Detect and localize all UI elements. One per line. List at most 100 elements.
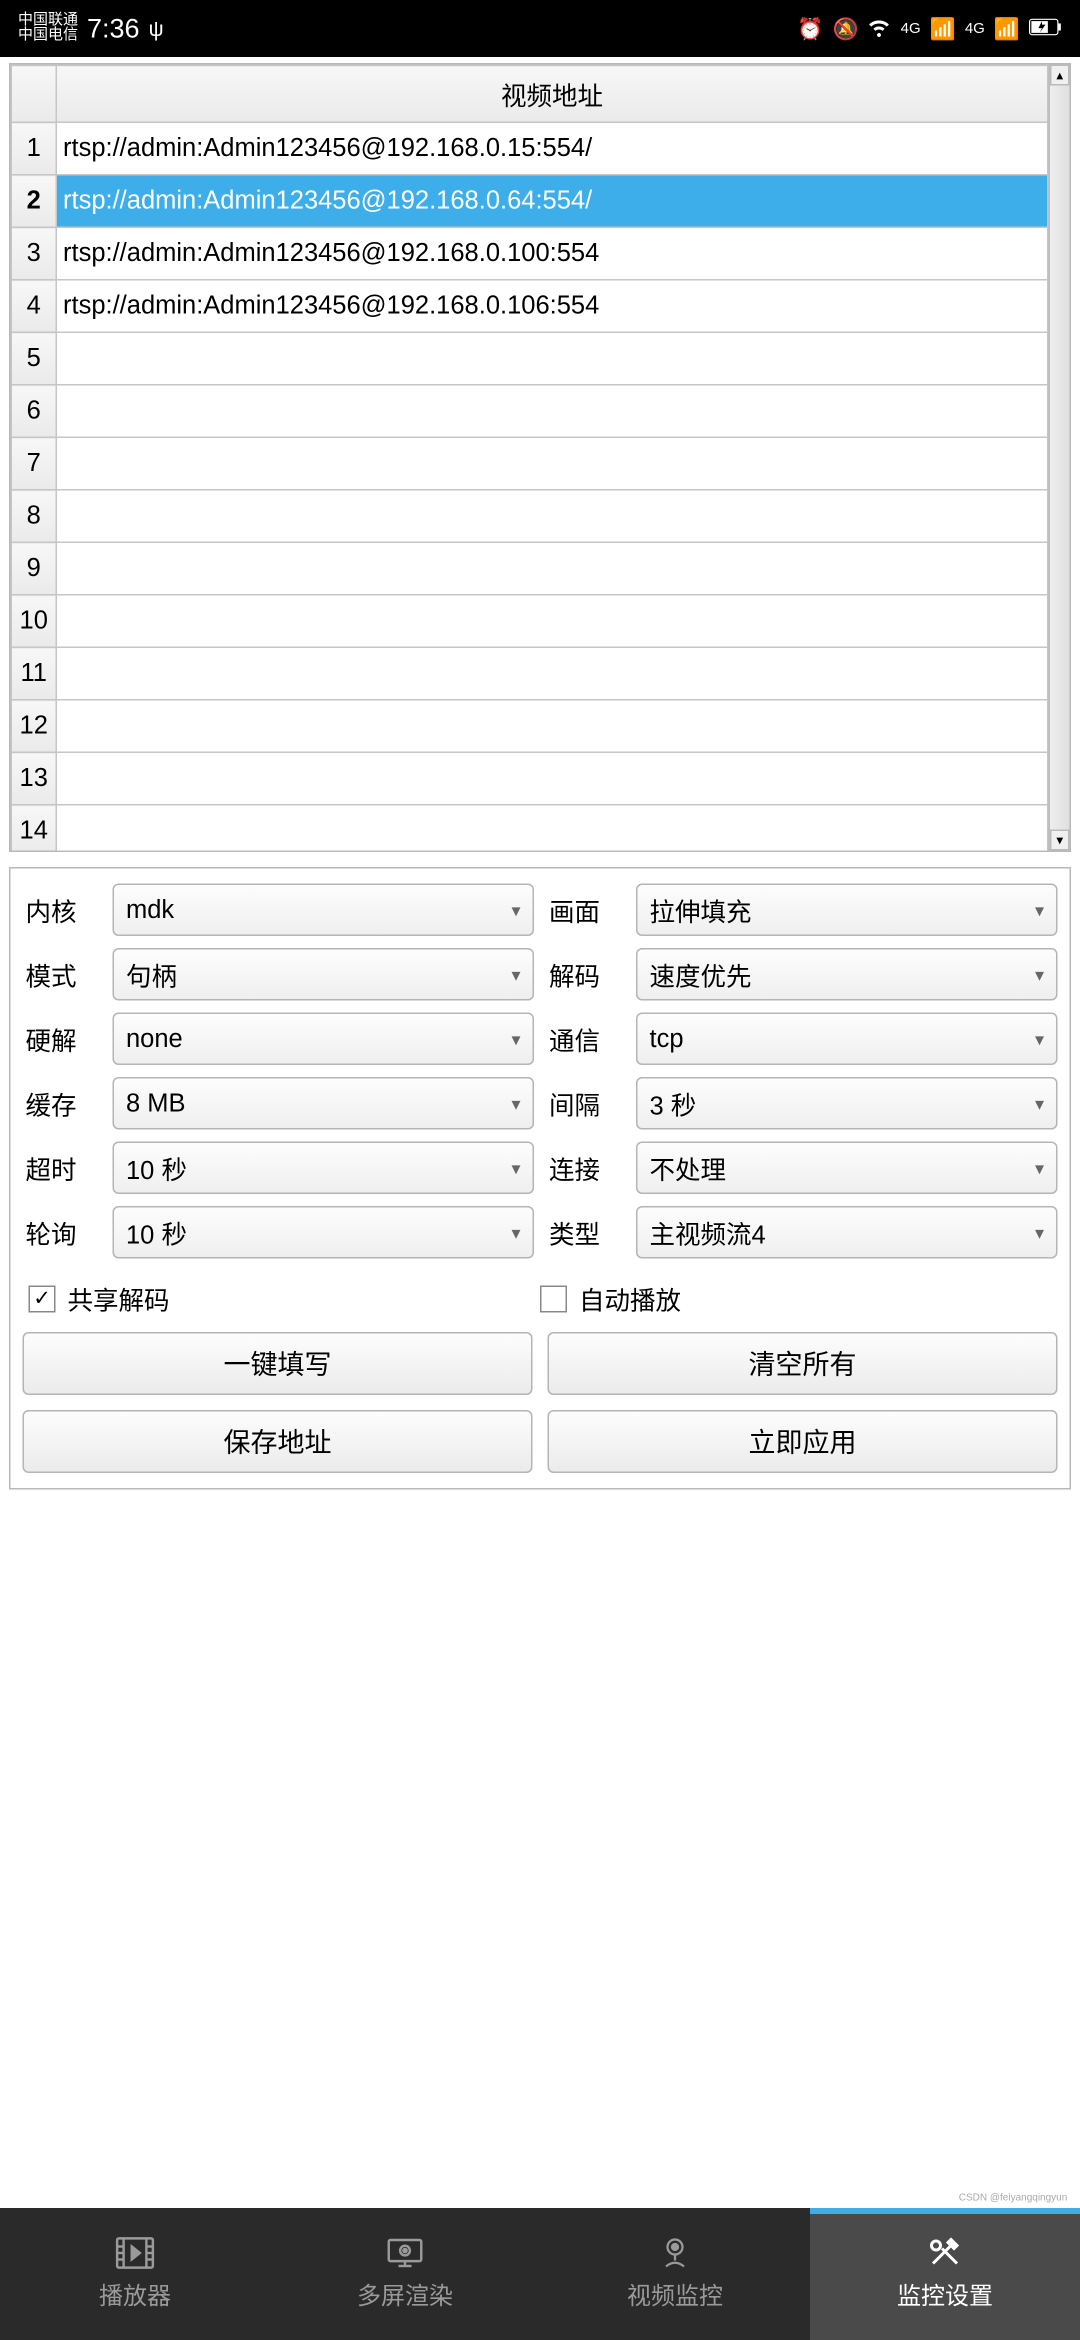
row-address[interactable] (56, 647, 1048, 700)
fill-all-button[interactable]: 一键填写 (23, 1332, 533, 1395)
table-row[interactable]: 8 (11, 490, 1048, 543)
battery-icon (1029, 17, 1062, 41)
checkbox-autoplay-label: 自动播放 (579, 1280, 681, 1318)
combo-mode[interactable]: 句柄 (113, 948, 535, 1001)
label-connect: 连接 (546, 1149, 624, 1187)
combo-cache[interactable]: 8 MB (113, 1077, 535, 1130)
usb-icon: ψ (149, 17, 164, 41)
nav-player[interactable]: 播放器 (0, 2208, 270, 2340)
combo-hw[interactable]: none (113, 1013, 535, 1066)
address-table[interactable]: 视频地址 1rtsp://admin:Admin123456@192.168.0… (11, 65, 1049, 851)
row-address[interactable] (56, 385, 1048, 438)
nav-multi-render[interactable]: 多屏渲染 (270, 2208, 540, 2340)
row-index: 7 (11, 437, 56, 490)
checkbox-autoplay[interactable]: 自动播放 (540, 1280, 1052, 1318)
label-decode: 解码 (546, 956, 624, 994)
carrier-2: 中国电信 (18, 29, 78, 45)
clock: 7:36 (87, 13, 140, 45)
scroll-down-icon[interactable]: ▾ (1050, 830, 1070, 851)
nav-monitor-settings[interactable]: 监控设置 (810, 2208, 1080, 2340)
signal-icon-2: 📶 (994, 16, 1020, 42)
vertical-scrollbar[interactable]: ▴ ▾ (1049, 65, 1070, 851)
status-bar: 中国联通 中国电信 7:36 ψ ⏰ 🔕 4G 📶 4G 📶 (0, 0, 1080, 57)
label-hw: 硬解 (23, 1020, 101, 1058)
row-index: 14 (11, 805, 56, 851)
monitor-icon (384, 2237, 426, 2270)
table-row[interactable]: 4rtsp://admin:Admin123456@192.168.0.106:… (11, 280, 1048, 333)
label-mode: 模式 (23, 956, 101, 994)
address-table-wrap: 视频地址 1rtsp://admin:Admin123456@192.168.0… (11, 65, 1049, 851)
row-address[interactable]: rtsp://admin:Admin123456@192.168.0.106:5… (56, 280, 1048, 333)
row-address[interactable] (56, 490, 1048, 543)
nav-monitor-settings-label: 监控设置 (897, 2276, 993, 2312)
net-4g-1: 4G (901, 20, 921, 37)
net-4g-2: 4G (965, 20, 985, 37)
row-address[interactable]: rtsp://admin:Admin123456@192.168.0.15:55… (56, 122, 1048, 175)
table-row[interactable]: 2rtsp://admin:Admin123456@192.168.0.64:5… (11, 175, 1048, 228)
label-poll: 轮询 (23, 1214, 101, 1252)
combo-frame[interactable]: 拉伸填充 (636, 884, 1058, 937)
combo-comm[interactable]: tcp (636, 1013, 1058, 1066)
table-row[interactable]: 9 (11, 542, 1048, 595)
status-left: 中国联通 中国电信 7:36 ψ (18, 13, 164, 45)
row-index: 6 (11, 385, 56, 438)
film-icon (114, 2237, 156, 2270)
clear-all-button[interactable]: 清空所有 (548, 1332, 1058, 1395)
nav-multi-render-label: 多屏渲染 (357, 2276, 453, 2312)
save-address-button[interactable]: 保存地址 (23, 1410, 533, 1473)
table-row[interactable]: 14 (11, 805, 1048, 851)
row-address[interactable] (56, 700, 1048, 753)
row-index: 12 (11, 700, 56, 753)
row-index: 3 (11, 227, 56, 280)
row-address[interactable] (56, 805, 1048, 851)
table-row[interactable]: 5 (11, 332, 1048, 385)
table-row[interactable]: 10 (11, 595, 1048, 648)
table-row[interactable]: 11 (11, 647, 1048, 700)
table-row[interactable]: 12 (11, 700, 1048, 753)
row-address[interactable] (56, 752, 1048, 805)
row-index: 5 (11, 332, 56, 385)
nav-player-label: 播放器 (99, 2276, 171, 2312)
watermark: CSDN @feiyangqingyun (959, 2192, 1068, 2203)
row-index: 4 (11, 280, 56, 333)
bottom-nav: 播放器 多屏渲染 视频监控 监控设置 (0, 2208, 1080, 2340)
table-header-index (11, 65, 56, 122)
combo-type[interactable]: 主视频流4 (636, 1206, 1058, 1259)
row-address[interactable] (56, 595, 1048, 648)
row-address[interactable] (56, 542, 1048, 595)
combo-connect[interactable]: 不处理 (636, 1142, 1058, 1195)
table-row[interactable]: 1rtsp://admin:Admin123456@192.168.0.15:5… (11, 122, 1048, 175)
combo-kernel[interactable]: mdk (113, 884, 535, 937)
table-header-address: 视频地址 (56, 65, 1048, 122)
label-comm: 通信 (546, 1020, 624, 1058)
check-icon: ✓ (29, 1285, 56, 1312)
button-row-2: 保存地址 立即应用 (23, 1410, 1058, 1473)
table-row[interactable]: 3rtsp://admin:Admin123456@192.168.0.100:… (11, 227, 1048, 280)
row-address[interactable] (56, 332, 1048, 385)
label-type: 类型 (546, 1214, 624, 1252)
checkbox-share-decode[interactable]: ✓ 共享解码 (29, 1280, 541, 1318)
table-row[interactable]: 13 (11, 752, 1048, 805)
combo-timeout[interactable]: 10 秒 (113, 1142, 535, 1195)
table-row[interactable]: 7 (11, 437, 1048, 490)
scroll-up-icon[interactable]: ▴ (1050, 65, 1070, 86)
row-index: 11 (11, 647, 56, 700)
combo-poll[interactable]: 10 秒 (113, 1206, 535, 1259)
nav-video-monitor[interactable]: 视频监控 (540, 2208, 810, 2340)
tools-icon (924, 2237, 966, 2270)
table-row[interactable]: 6 (11, 385, 1048, 438)
combo-interval[interactable]: 3 秒 (636, 1077, 1058, 1130)
row-address[interactable]: rtsp://admin:Admin123456@192.168.0.64:55… (56, 175, 1048, 228)
row-address[interactable]: rtsp://admin:Admin123456@192.168.0.100:5… (56, 227, 1048, 280)
label-timeout: 超时 (23, 1149, 101, 1187)
label-kernel: 内核 (23, 891, 101, 929)
label-cache: 缓存 (23, 1085, 101, 1123)
row-index: 2 (11, 175, 56, 228)
combo-decode[interactable]: 速度优先 (636, 948, 1058, 1001)
apply-now-button[interactable]: 立即应用 (548, 1410, 1058, 1473)
carriers: 中国联通 中国电信 (18, 13, 78, 45)
row-address[interactable] (56, 437, 1048, 490)
button-row-1: 一键填写 清空所有 (23, 1332, 1058, 1395)
row-index: 8 (11, 490, 56, 543)
checkbox-row: ✓ 共享解码 自动播放 (23, 1280, 1058, 1318)
